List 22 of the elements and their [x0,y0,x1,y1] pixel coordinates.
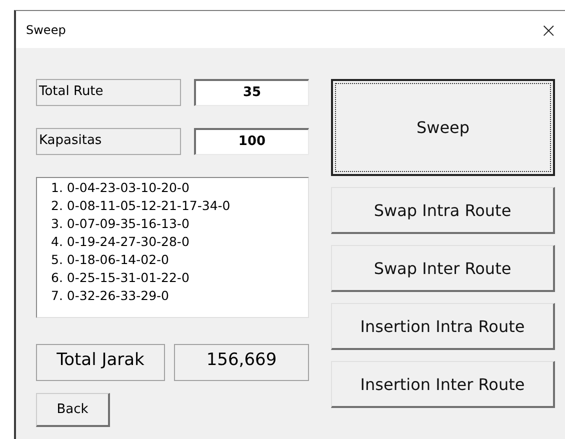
value-field[interactable]: 100 [194,128,309,155]
total-value: 156,669 [174,344,309,381]
action-button[interactable]: Swap Intra Route [331,187,555,234]
window-title: Sweep [26,22,66,36]
total-label: Total Jarak [36,344,165,381]
action-button[interactable]: Insertion Intra Route [331,303,555,350]
close-button[interactable]: × [540,20,557,40]
list-item[interactable]: 7. 0-32-26-33-29-0 [51,287,169,305]
action-button[interactable]: Sweep [331,79,555,176]
action-button[interactable]: Insertion Inter Route [331,361,555,408]
list-item[interactable]: 6. 0-25-15-31-01-22-0 [51,269,190,287]
list-item[interactable]: 2. 0-08-11-05-12-21-17-34-0 [51,197,230,215]
field-label: Total Rute [36,79,181,106]
list-item[interactable]: 4. 0-19-24-27-30-28-0 [51,233,190,251]
route-list[interactable]: 1. 0-04-23-03-10-20-0 2. 0-08-11-05-12-21-17-34-0 3. 0-07-09-35-16-13-0 4. 0-19-24-27-30-28-0 5. 0-18-06-14-02-0 6. 0-25-15-31-01-22-0 7. 0-32-26-33-29-0 [36,177,309,318]
list-item[interactable]: 3. 0-07-09-35-16-13-0 [51,215,190,233]
back-button[interactable]: Back [36,393,110,427]
list-item[interactable]: 5. 0-18-06-14-02-0 [51,251,169,269]
value-field[interactable]: 35 [194,79,309,106]
field-label: Kapasitas [36,128,181,155]
list-item[interactable]: 1. 0-04-23-03-10-20-0 [51,179,190,197]
action-button[interactable]: Swap Inter Route [331,245,555,292]
